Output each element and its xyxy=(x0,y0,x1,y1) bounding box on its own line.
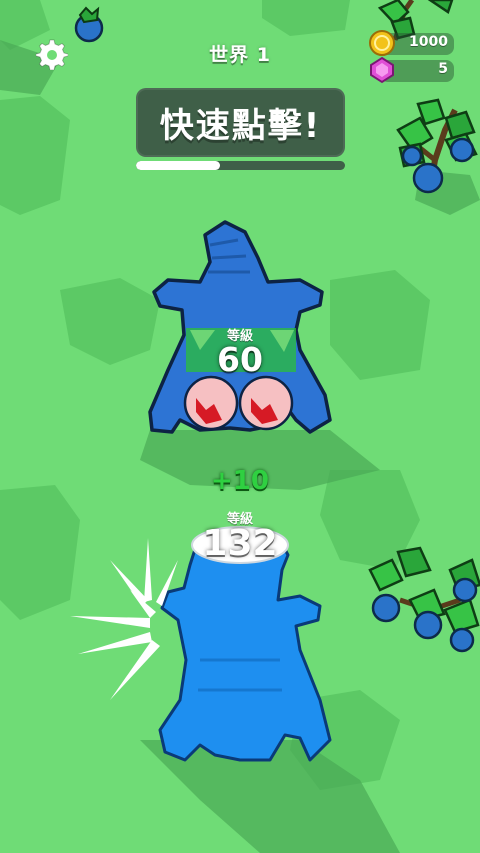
level-gain-text: +10 xyxy=(211,466,269,496)
tree-bottomright xyxy=(368,546,480,653)
player-level-value: 132 xyxy=(202,523,278,564)
berry-bush-topleft xyxy=(74,6,104,43)
progress-bar xyxy=(136,161,345,170)
progress-fill xyxy=(136,161,220,170)
coin-counter: 1000 xyxy=(369,30,454,56)
gem-counter: 5 xyxy=(370,56,454,84)
settings-button[interactable] xyxy=(35,38,69,71)
banner-text: 快速點擊! xyxy=(159,106,322,146)
game-stage[interactable]: 世界 1 1000 5 快速點擊! 等級 60 +10 等級 132 xyxy=(0,0,480,853)
gem-count: 5 xyxy=(438,61,448,77)
pink-gem-icon xyxy=(370,56,394,84)
gold-coin-icon xyxy=(369,30,395,56)
tap-impact-effect xyxy=(70,538,178,700)
gear-icon xyxy=(35,39,69,71)
coin-count: 1000 xyxy=(409,34,448,50)
instruction-banner: 快速點擊! xyxy=(136,88,345,157)
enemy-level-value: 60 xyxy=(217,340,263,379)
world-label: 世界 1 xyxy=(209,44,271,66)
